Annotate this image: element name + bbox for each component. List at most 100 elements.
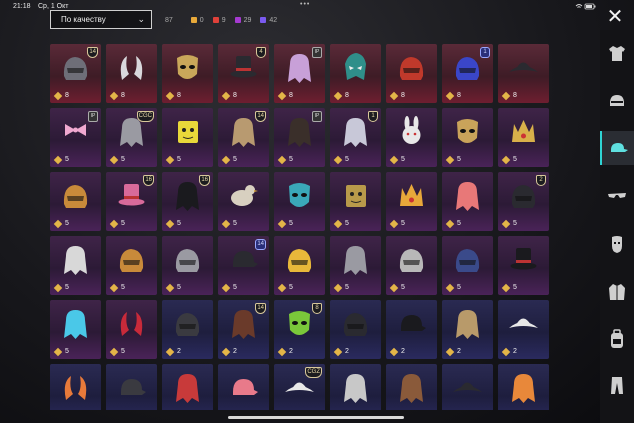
inventory-item[interactable] bbox=[442, 364, 493, 410]
inventory-item[interactable]: 2 bbox=[330, 300, 381, 359]
inventory-item[interactable]: CGC 5 bbox=[106, 108, 157, 167]
item-level-badge: 14 bbox=[255, 303, 266, 314]
inventory-item[interactable]: 5 bbox=[442, 108, 493, 167]
inventory-item[interactable] bbox=[106, 364, 157, 410]
item-count-value: 5 bbox=[513, 284, 517, 291]
inventory-item[interactable] bbox=[50, 364, 101, 410]
tab-eyewear[interactable] bbox=[600, 179, 634, 213]
tier-count-value: 29 bbox=[243, 16, 252, 24]
tab-outfit[interactable] bbox=[600, 36, 634, 70]
item-level-badge: 1 bbox=[480, 47, 490, 58]
inventory-item[interactable]: 5 bbox=[442, 236, 493, 295]
chevron-down-icon: ⌄ bbox=[137, 14, 145, 24]
item-count-value: 5 bbox=[121, 348, 125, 355]
inventory-item[interactable] bbox=[330, 364, 381, 410]
inventory-item[interactable]: 14 5 bbox=[218, 108, 269, 167]
diamond-icon bbox=[165, 91, 175, 100]
inventory-item[interactable]: CGZ bbox=[274, 364, 325, 410]
inventory-item[interactable]: 5 bbox=[50, 300, 101, 359]
inventory-item[interactable]: 5 bbox=[162, 108, 213, 167]
inventory-item[interactable]: 8 bbox=[162, 44, 213, 103]
diamond-icon bbox=[221, 347, 231, 356]
item-count-value: 5 bbox=[233, 220, 237, 227]
inventory-item[interactable] bbox=[498, 364, 549, 410]
inventory-item[interactable]: IP 5 bbox=[50, 108, 101, 167]
inventory-item[interactable]: 2 bbox=[442, 300, 493, 359]
multitask-dots[interactable]: ••• bbox=[300, 1, 310, 8]
tier-count-gold: 0 bbox=[190, 17, 204, 24]
home-indicator[interactable] bbox=[228, 416, 404, 419]
inventory-item[interactable]: 2 bbox=[162, 300, 213, 359]
inventory-item[interactable]: 16 5 bbox=[106, 172, 157, 231]
inventory-item[interactable]: 18 bbox=[442, 44, 493, 103]
tier-count-red: 9 bbox=[212, 17, 226, 24]
inventory-item[interactable]: 5 bbox=[498, 108, 549, 167]
inventory-item[interactable]: 15 bbox=[330, 108, 381, 167]
close-button[interactable]: ✕ bbox=[603, 6, 627, 28]
inventory-item[interactable]: 5 bbox=[386, 236, 437, 295]
item-count-value: 8 bbox=[233, 92, 237, 99]
inventory-item[interactable]: 8 bbox=[498, 44, 549, 103]
tab-helmet[interactable] bbox=[600, 84, 634, 118]
item-count: 5 bbox=[501, 219, 517, 228]
inventory-item[interactable]: 14 8 bbox=[50, 44, 101, 103]
item-count: 5 bbox=[445, 219, 461, 228]
diamond-icon bbox=[221, 283, 231, 292]
diamond-icon bbox=[277, 91, 287, 100]
item-count: 5 bbox=[333, 283, 349, 292]
item-thumbnail bbox=[512, 374, 535, 403]
inventory-item[interactable]: 8 bbox=[386, 44, 437, 103]
inventory-item[interactable]: IP 5 bbox=[274, 108, 325, 167]
inventory-item[interactable]: 5 bbox=[106, 236, 157, 295]
inventory-item[interactable]: 5 bbox=[50, 236, 101, 295]
diamond-icon bbox=[389, 219, 399, 228]
inventory-item[interactable]: 16 5 bbox=[162, 172, 213, 231]
sort-dropdown[interactable]: По качеству ⌄ bbox=[50, 10, 152, 29]
inventory-item[interactable]: 5 bbox=[386, 108, 437, 167]
tab-headwear[interactable] bbox=[600, 131, 634, 165]
item-count: 2 bbox=[221, 347, 237, 356]
item-count: 5 bbox=[165, 283, 181, 292]
diamond-icon bbox=[221, 91, 231, 100]
diamond-icon bbox=[277, 155, 287, 164]
inventory-item[interactable]: 2 bbox=[498, 300, 549, 359]
inventory-item[interactable]: 8 bbox=[106, 44, 157, 103]
tab-top[interactable] bbox=[600, 275, 634, 309]
inventory-item[interactable]: 25 bbox=[498, 172, 549, 231]
inventory-item[interactable]: 5 bbox=[498, 236, 549, 295]
tab-backpack[interactable] bbox=[600, 322, 634, 356]
item-count-value: 8 bbox=[289, 92, 293, 99]
inventory-item[interactable]: 5 bbox=[442, 172, 493, 231]
inventory-item[interactable] bbox=[218, 364, 269, 410]
inventory-item[interactable]: 5 bbox=[330, 172, 381, 231]
item-count-value: 5 bbox=[233, 156, 237, 163]
inventory-item[interactable]: 5 bbox=[274, 236, 325, 295]
inventory-item[interactable] bbox=[386, 364, 437, 410]
inventory-item[interactable]: 14 5 bbox=[218, 236, 269, 295]
item-count-value: 5 bbox=[121, 284, 125, 291]
inventory-item[interactable]: 2 bbox=[386, 300, 437, 359]
inventory-item[interactable]: 5 bbox=[162, 236, 213, 295]
inventory-item[interactable]: IP 8 bbox=[274, 44, 325, 103]
item-counts: 87 0 9 29 42 bbox=[165, 15, 286, 25]
inventory-item[interactable]: 5 bbox=[330, 236, 381, 295]
inventory-item[interactable]: 5 bbox=[50, 172, 101, 231]
inventory-item[interactable]: 8 bbox=[330, 44, 381, 103]
item-count: 2 bbox=[501, 347, 517, 356]
item-count: 5 bbox=[333, 155, 349, 164]
inventory-item[interactable]: 82 bbox=[274, 300, 325, 359]
tab-pants[interactable] bbox=[600, 368, 634, 402]
inventory-item[interactable]: 5 bbox=[106, 300, 157, 359]
item-count-value: 5 bbox=[177, 156, 181, 163]
tab-mask[interactable] bbox=[600, 227, 634, 261]
inventory-item[interactable]: 48 bbox=[218, 44, 269, 103]
inventory-item[interactable]: 5 bbox=[386, 172, 437, 231]
diamond-icon bbox=[109, 219, 119, 228]
item-count: 8 bbox=[501, 91, 517, 100]
inventory-item[interactable] bbox=[162, 364, 213, 410]
inventory-item[interactable]: 5 bbox=[274, 172, 325, 231]
tier-count-purple: 29 bbox=[234, 16, 252, 24]
item-level-badge: CGC bbox=[136, 111, 154, 122]
inventory-item[interactable]: 5 bbox=[218, 172, 269, 231]
inventory-item[interactable]: 14 2 bbox=[218, 300, 269, 359]
